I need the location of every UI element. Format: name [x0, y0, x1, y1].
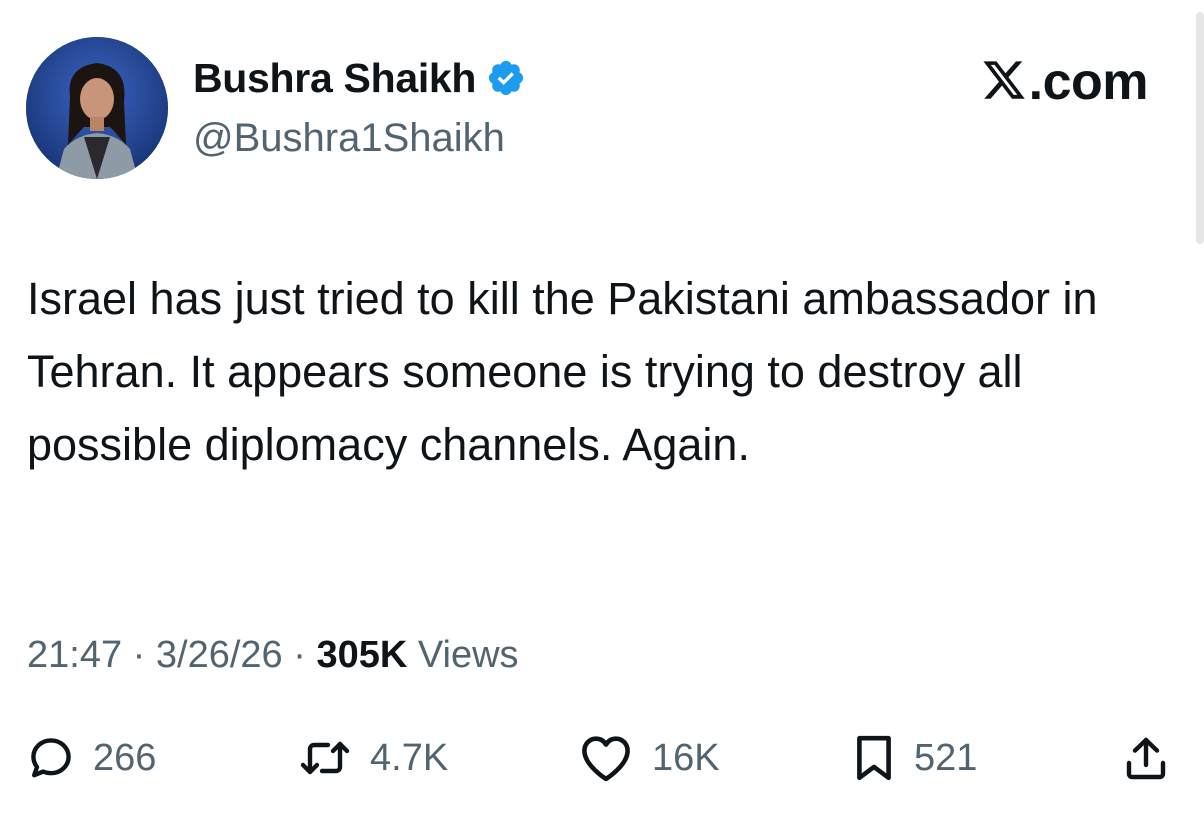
brand-domain: .com: [1028, 53, 1149, 111]
tweet-card: Bushra Shaikh @Bushra1Shaikh .com Israel…: [0, 0, 1204, 818]
heart-icon: [582, 736, 630, 782]
views-label: Views: [417, 634, 519, 676]
tweet-time[interactable]: 21:47: [27, 634, 122, 676]
display-name[interactable]: Bushra Shaikh: [193, 54, 476, 102]
repost-button[interactable]: 4.7K: [298, 730, 448, 786]
x-logo-icon: [983, 61, 1025, 99]
tweet-text: Israel has just tried to kill the Pakist…: [27, 273, 1098, 470]
like-count: 16K: [652, 737, 720, 779]
action-bar: 266 4.7K 16K 521: [0, 730, 1204, 786]
repost-icon: [300, 741, 350, 775]
reply-button[interactable]: 266: [27, 730, 156, 786]
author-name-row[interactable]: Bushra Shaikh: [193, 54, 526, 102]
author-handle[interactable]: @Bushra1Shaikh: [193, 114, 505, 162]
bookmark-icon: [857, 735, 891, 781]
brand-watermark: .com: [981, 52, 1149, 112]
separator-dot: ·: [293, 634, 317, 676]
separator-dot: ·: [132, 634, 156, 676]
repost-count: 4.7K: [370, 737, 449, 779]
views-count: 305K: [316, 634, 408, 676]
avatar[interactable]: [26, 37, 168, 179]
verified-badge-icon: [489, 60, 524, 96]
tweet-date[interactable]: 3/26/26: [156, 634, 283, 676]
like-button[interactable]: 16K: [578, 730, 720, 786]
share-button[interactable]: [1122, 730, 1170, 786]
reply-icon: [31, 738, 71, 778]
scrollbar[interactable]: [1196, 12, 1204, 244]
reply-count: 266: [93, 737, 157, 779]
tweet-meta: 21:47 · 3/26/26 · 305K Views: [27, 630, 519, 680]
share-icon: [1126, 737, 1166, 780]
bookmark-button[interactable]: 521: [852, 730, 977, 786]
bookmark-count: 521: [914, 737, 978, 779]
